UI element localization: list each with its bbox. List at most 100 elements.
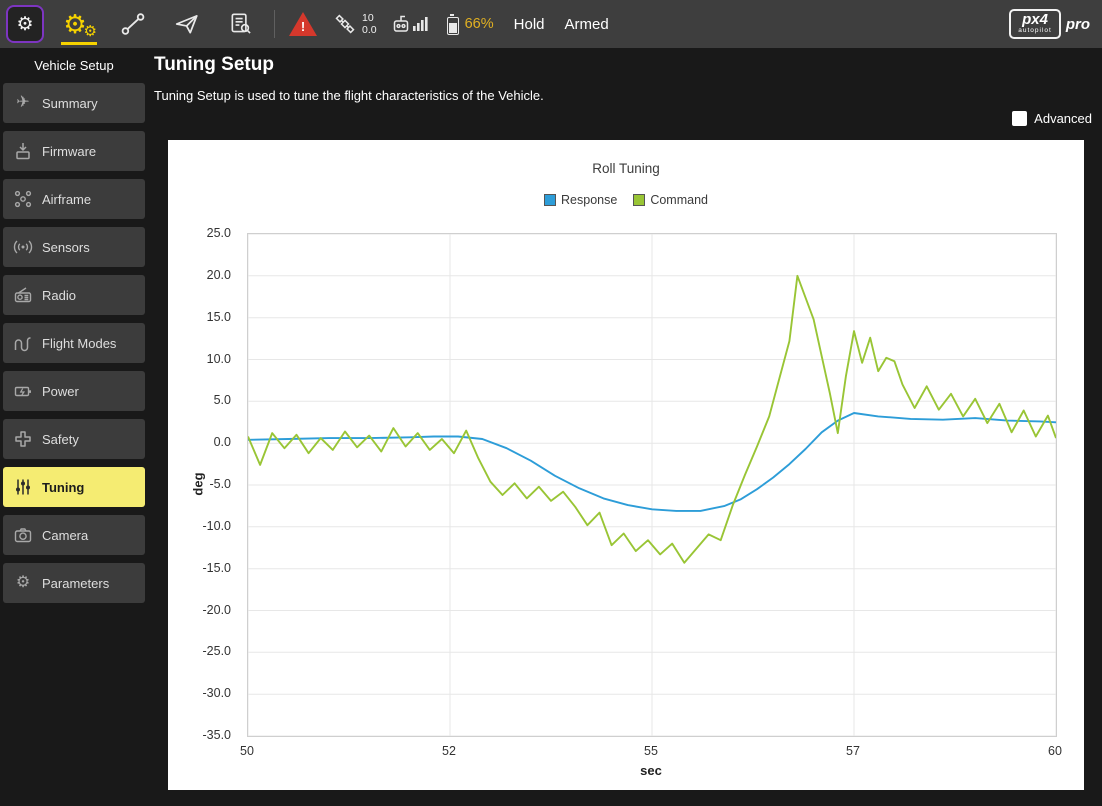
sidebar-item-label: Tuning	[42, 479, 85, 495]
y-tick-label: -20.0	[202, 602, 232, 617]
fly-paper-plane-icon	[175, 15, 198, 34]
sidebar-item-airframe[interactable]: Airframe	[3, 179, 145, 219]
x-tick-label: 60	[1048, 744, 1062, 758]
px4-pro-text: pro	[1065, 15, 1090, 33]
parameters-gear-icon: ⚙	[15, 574, 31, 591]
warning-triangle-icon: !	[289, 12, 317, 36]
y-tick-label: 10.0	[206, 351, 231, 366]
px4-logo: px4 autopilot pro	[1009, 9, 1090, 39]
battery-indicator[interactable]: 66%	[446, 13, 494, 35]
power-battery-icon	[12, 381, 34, 401]
rc-rssi-indicator[interactable]	[393, 12, 431, 36]
airframe-icon	[12, 189, 34, 209]
gps-indicator[interactable]: 10 0.0	[333, 12, 377, 36]
sidebar-item-label: Flight Modes	[42, 335, 117, 351]
x-tick-label: 52	[442, 744, 456, 758]
sidebar-item-firmware[interactable]: Firmware	[3, 131, 145, 171]
x-tick-label: 57	[846, 744, 860, 758]
chart-legend: Response Command	[168, 193, 1084, 207]
px4-logo-box: px4 autopilot	[1009, 9, 1061, 39]
y-tick-label: 15.0	[206, 309, 231, 324]
y-tick-label: 25.0	[206, 226, 231, 240]
fly-view-button[interactable]	[160, 0, 214, 48]
page-title: Tuning Setup	[154, 54, 274, 75]
sidebar-item-label: Summary	[42, 95, 98, 111]
sidebar-item-label: Camera	[42, 527, 89, 543]
qgc-logo-icon: ⚙	[16, 13, 34, 35]
y-tick-label: -30.0	[202, 686, 232, 701]
sidebar-item-power[interactable]: Power	[3, 371, 145, 411]
sidebar-item-radio[interactable]: Radio	[3, 275, 145, 315]
signal-bars-icon	[412, 17, 428, 31]
y-tick-label: -15.0	[202, 560, 232, 575]
sidebar-item-label: Parameters	[42, 575, 110, 591]
sidebar-item-tuning[interactable]: Tuning	[3, 467, 145, 507]
legend-label: Response	[561, 193, 618, 207]
summary-plane-icon: ✈	[16, 94, 30, 111]
toolbar: ⚙ ⚙ ⚙ ! 10 0.0 66% Hold Armed px4 autopi…	[0, 0, 1102, 48]
advanced-checkbox[interactable]: Advanced	[1012, 111, 1092, 126]
px4-autopilot-text: autopilot	[1018, 27, 1052, 35]
page-subtitle: Tuning Setup is used to tune the flight …	[154, 88, 544, 103]
safety-cross-icon	[12, 429, 34, 449]
sidebar-item-label: Airframe	[42, 191, 92, 207]
sidebar-item-label: Power	[42, 383, 79, 399]
sidebar-item-camera[interactable]: Camera	[3, 515, 145, 555]
gps-count: 10	[362, 11, 374, 24]
gridlines	[248, 234, 1056, 736]
analyze-document-icon	[231, 13, 251, 34]
flight-modes-icon	[12, 333, 34, 353]
x-tick-label: 50	[240, 744, 254, 758]
battery-icon	[446, 13, 459, 35]
legend-label: Command	[650, 193, 708, 207]
gps-hdop: 0.0	[362, 24, 377, 36]
sidebar-item-parameters[interactable]: ⚙ Parameters	[3, 563, 145, 603]
rc-transmitter-icon	[393, 15, 428, 32]
y-tick-label: -35.0	[202, 728, 232, 742]
sidebar-item-label: Firmware	[42, 143, 97, 159]
advanced-label: Advanced	[1034, 111, 1092, 126]
y-tick-label: -5.0	[209, 477, 231, 491]
toolbar-divider	[274, 10, 275, 38]
plan-waypoints-icon	[121, 13, 145, 35]
main-content: Tuning Setup Tuning Setup is used to tun…	[148, 48, 1102, 806]
legend-item: Response	[544, 193, 617, 207]
sidebar: Vehicle Setup ✈ Summary Firmware Airfram…	[0, 48, 148, 806]
y-tick-label: 0.0	[213, 435, 231, 450]
warning-exclamation: !	[300, 19, 306, 34]
sidebar-item-sensors[interactable]: Sensors	[3, 227, 145, 267]
x-tick-label: 55	[644, 744, 658, 758]
legend-item: Command	[633, 193, 708, 207]
satellite-icon	[335, 14, 355, 34]
sidebar-item-safety[interactable]: Safety	[3, 419, 145, 459]
tuning-chart-panel: Roll Tuning Response Command deg 25.0 20.0…	[168, 140, 1084, 790]
settings-gear-small-icon: ⚙	[83, 23, 97, 40]
sidebar-item-summary[interactable]: ✈ Summary	[3, 83, 145, 123]
sensors-icon	[12, 237, 34, 257]
armed-indicator[interactable]: Armed	[565, 16, 609, 33]
sidebar-item-label: Sensors	[42, 239, 90, 255]
firmware-icon	[12, 141, 34, 161]
legend-swatch	[633, 194, 646, 206]
qgc-logo-button[interactable]: ⚙	[6, 5, 44, 43]
sidebar-header: Vehicle Setup	[34, 58, 114, 73]
analyze-view-button[interactable]	[214, 0, 268, 48]
sidebar-item-flight-modes[interactable]: Flight Modes	[3, 323, 145, 363]
settings-view-button[interactable]: ⚙ ⚙	[52, 0, 106, 48]
flight-mode-selector[interactable]: Hold	[514, 16, 545, 33]
camera-icon	[12, 525, 34, 545]
y-tick-label: -25.0	[202, 644, 232, 659]
message-warning-indicator[interactable]: !	[287, 12, 317, 36]
radio-icon	[12, 285, 34, 305]
tuning-sliders-icon	[12, 477, 34, 497]
x-axis-title: sec	[640, 763, 662, 778]
y-tick-label: 5.0	[213, 393, 231, 408]
chart-svg	[248, 234, 1056, 736]
chart-title: Roll Tuning	[592, 161, 660, 176]
y-axis-ticks: 25.0 20.0 15.0 10.0 5.0 0.0 -5.0 -10.0 -15.0 -20.…	[168, 226, 239, 742]
plan-view-button[interactable]	[106, 0, 160, 48]
y-tick-label: 20.0	[206, 267, 231, 282]
checkbox-icon[interactable]	[1012, 111, 1028, 126]
legend-swatch	[544, 194, 557, 206]
plot-area	[247, 233, 1057, 737]
